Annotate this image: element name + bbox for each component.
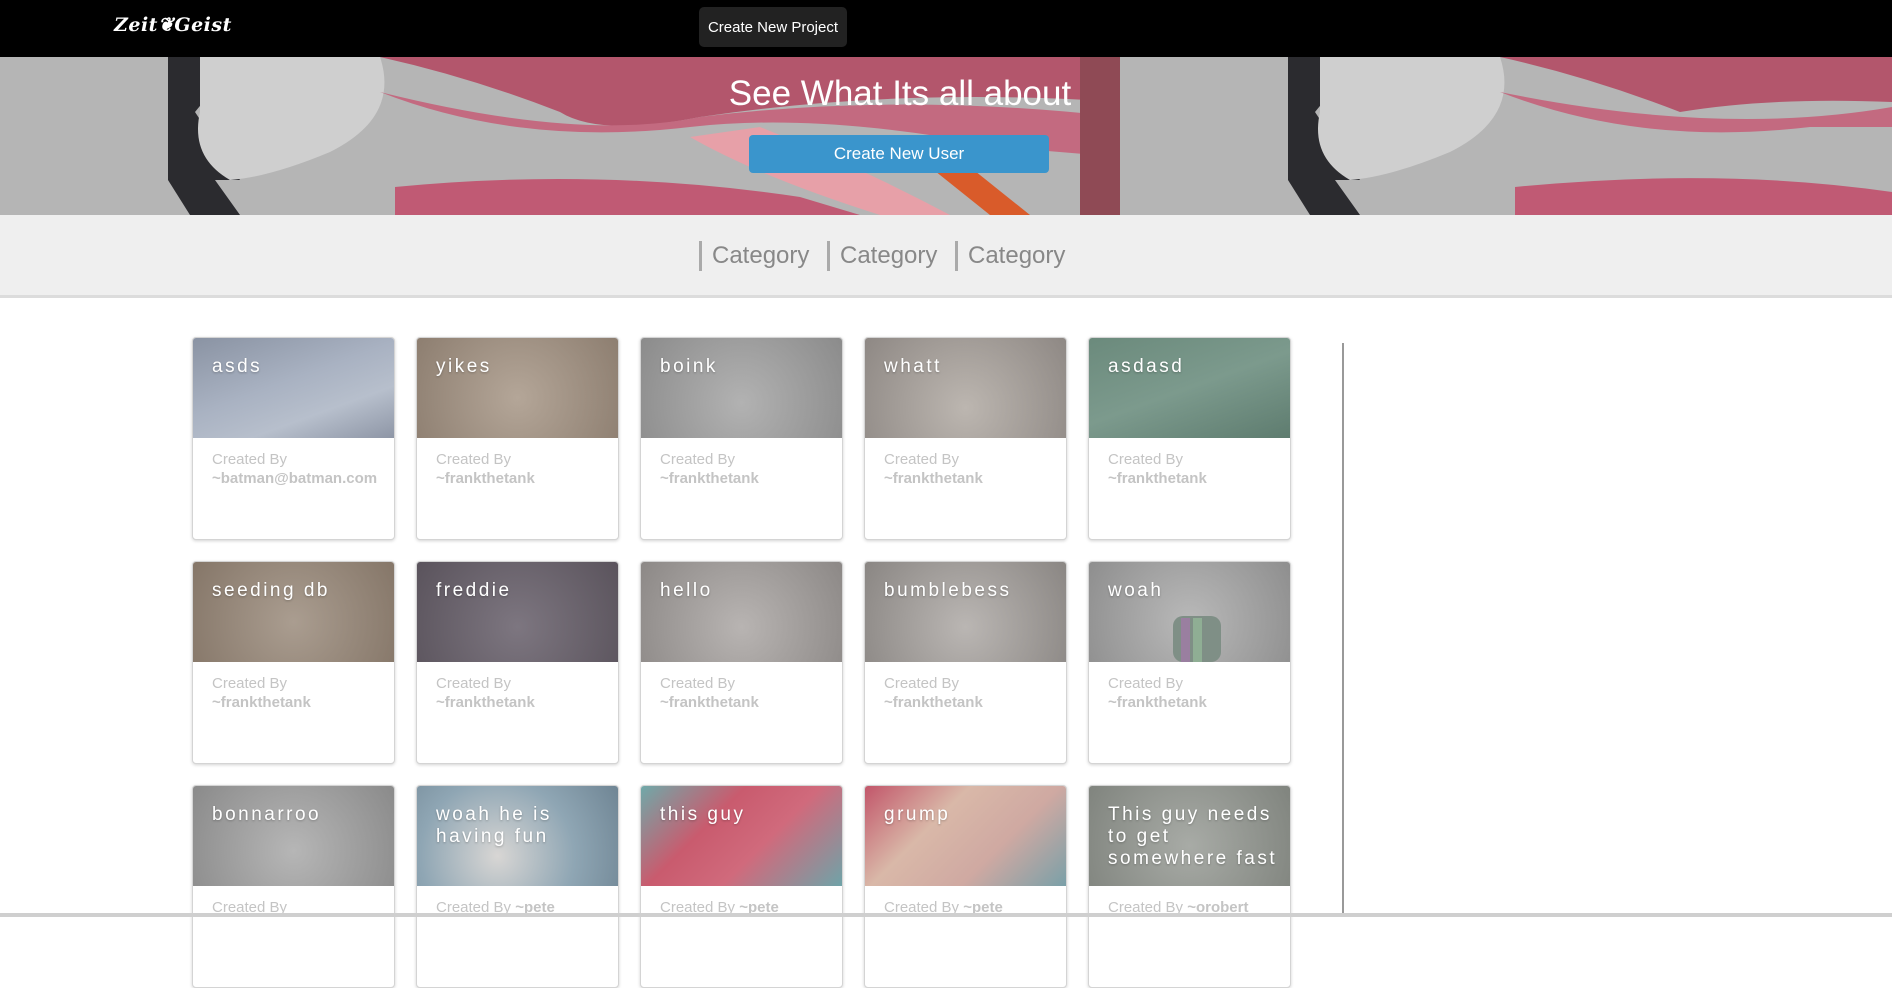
created-by-label: Created By bbox=[212, 451, 288, 468]
project-card[interactable]: bumblebess Created By ~frankthetank bbox=[864, 561, 1067, 764]
project-card[interactable]: whatt Created By ~frankthetank bbox=[864, 337, 1067, 540]
project-thumbnail bbox=[641, 786, 842, 886]
project-title: woah bbox=[1108, 580, 1164, 601]
create-new-project-button[interactable]: Create New Project bbox=[699, 7, 847, 47]
project-card[interactable]: bonnarroo Created By bbox=[192, 785, 395, 988]
page-bottom-border bbox=[0, 913, 1892, 917]
top-navbar: Zeit❦Geist Create New Project bbox=[0, 0, 1892, 57]
project-card[interactable]: asdasd Created By ~frankthetank bbox=[1088, 337, 1291, 540]
project-thumbnail bbox=[193, 562, 394, 662]
project-author[interactable]: ~frankthetank bbox=[436, 469, 535, 488]
category-link-3[interactable]: Category bbox=[955, 241, 1065, 271]
project-thumbnail bbox=[193, 338, 394, 438]
project-thumbnail bbox=[865, 338, 1066, 438]
project-title: bumblebess bbox=[884, 580, 1012, 601]
project-thumbnail bbox=[641, 338, 842, 438]
created-by-label: Created By bbox=[884, 451, 960, 468]
hero-title: See What Its all about bbox=[728, 74, 1072, 113]
project-card[interactable]: freddie Created By ~frankthetank bbox=[416, 561, 619, 764]
project-thumbnail bbox=[865, 786, 1066, 886]
project-thumbnail bbox=[417, 562, 618, 662]
project-card[interactable]: yikes Created By ~frankthetank bbox=[416, 337, 619, 540]
project-card[interactable]: grump Created By ~pete bbox=[864, 785, 1067, 988]
project-title: this guy bbox=[660, 804, 746, 825]
project-author[interactable]: ~frankthetank bbox=[1108, 693, 1207, 712]
project-author[interactable]: ~frankthetank bbox=[884, 469, 983, 488]
project-card[interactable]: seeding db Created By ~frankthetank bbox=[192, 561, 395, 764]
project-thumbnail bbox=[1089, 562, 1290, 662]
project-card[interactable]: boink Created By ~frankthetank bbox=[640, 337, 843, 540]
project-title: woah he is having fun bbox=[436, 804, 552, 847]
project-card[interactable]: asds Created By ~batman@batman.com bbox=[192, 337, 395, 540]
project-thumbnail bbox=[417, 338, 618, 438]
thumbnail-object bbox=[1173, 616, 1221, 662]
hero-banner: See What Its all about Create New User bbox=[0, 57, 1892, 215]
project-title: grump bbox=[884, 804, 951, 825]
project-thumbnail bbox=[193, 786, 394, 886]
project-author[interactable]: ~frankthetank bbox=[660, 693, 759, 712]
created-by-label: Created By bbox=[660, 451, 736, 468]
project-thumbnail bbox=[865, 562, 1066, 662]
category-bar: Category Category Category bbox=[0, 215, 1892, 298]
project-title: hello bbox=[660, 580, 713, 601]
project-card[interactable]: this guy Created By ~pete bbox=[640, 785, 843, 988]
project-thumbnail bbox=[641, 562, 842, 662]
project-title: yikes bbox=[436, 356, 492, 377]
created-by-label: Created By bbox=[1108, 451, 1184, 468]
zeitgeist-logo[interactable]: Zeit❦Geist bbox=[114, 14, 232, 36]
project-title: boink bbox=[660, 356, 718, 377]
project-author[interactable]: ~frankthetank bbox=[212, 693, 311, 712]
project-title: asdasd bbox=[1108, 356, 1185, 377]
project-author[interactable]: ~frankthetank bbox=[436, 693, 535, 712]
project-thumbnail bbox=[1089, 338, 1290, 438]
project-author[interactable]: ~batman@batman.com bbox=[212, 469, 377, 488]
create-new-user-button[interactable]: Create New User bbox=[749, 135, 1049, 173]
created-by-label: Created By bbox=[660, 675, 736, 692]
created-by-label: Created By bbox=[436, 451, 512, 468]
created-by-label: Created By bbox=[1108, 675, 1184, 692]
project-title: seeding db bbox=[212, 580, 330, 601]
project-title: freddie bbox=[436, 580, 512, 601]
project-author[interactable]: ~frankthetank bbox=[660, 469, 759, 488]
project-card[interactable]: woah he is having fun Created By ~pete bbox=[416, 785, 619, 988]
project-title: whatt bbox=[884, 356, 942, 377]
project-card[interactable]: This guy needs to get somewhere fast Cre… bbox=[1088, 785, 1291, 988]
project-card[interactable]: woah Created By ~frankthetank bbox=[1088, 561, 1291, 764]
category-link-1[interactable]: Category bbox=[699, 241, 809, 271]
project-title: bonnarroo bbox=[212, 804, 322, 825]
created-by-label: Created By bbox=[436, 675, 512, 692]
project-author[interactable]: ~frankthetank bbox=[884, 693, 983, 712]
project-title: asds bbox=[212, 356, 263, 377]
content-divider bbox=[1342, 343, 1344, 917]
category-link-2[interactable]: Category bbox=[827, 241, 937, 271]
created-by-label: Created By bbox=[884, 675, 960, 692]
project-title: This guy needs to get somewhere fast bbox=[1108, 804, 1278, 869]
created-by-label: Created By bbox=[212, 675, 288, 692]
project-card[interactable]: hello Created By ~frankthetank bbox=[640, 561, 843, 764]
project-author[interactable]: ~frankthetank bbox=[1108, 469, 1207, 488]
